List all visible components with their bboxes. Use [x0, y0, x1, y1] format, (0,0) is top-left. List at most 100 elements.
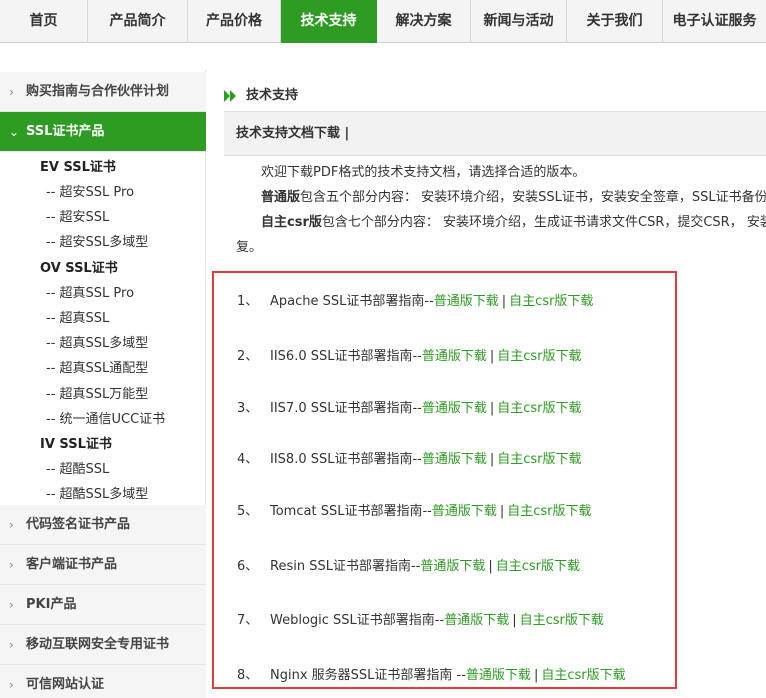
- intro-csr-label: 自主csr版: [261, 215, 322, 230]
- intro-standard: 普通版包含五个部分内容： 安装环境介绍，安装SSL证书，安装安全签章，SSL证书…: [261, 186, 766, 205]
- download-item-resin: 6、 Resin SSL证书部署指南--普通版下载 | 自主csr版下载: [237, 555, 580, 574]
- item-name: Nginx 服务器SSL证书部署指南 --: [270, 668, 466, 683]
- nav-about[interactable]: 关于我们: [567, 0, 663, 43]
- intro-text: 欢迎下载PDF格式的技术支持文档，请选择合适的版本。: [261, 165, 586, 180]
- chevron-down-icon: ⌄: [9, 125, 20, 139]
- sidebar-item-client-cert[interactable]: › 客户端证书产品: [0, 545, 206, 585]
- download-item-weblogic: 7、 Weblogic SSL证书部署指南--普通版下载 | 自主csr版下载: [237, 609, 604, 628]
- item-name: Weblogic SSL证书部署指南--: [270, 613, 445, 628]
- item-number: 8、: [237, 668, 259, 683]
- sidebar-link-ov-pro[interactable]: -- 超真SSL Pro: [46, 282, 134, 301]
- sidebar-link-iv-multi[interactable]: -- 超酷SSL多域型: [46, 483, 148, 502]
- double-arrow-icon: [224, 90, 238, 102]
- separator: |: [499, 504, 505, 519]
- intro-csr: 自主csr版包含七个部分内容： 安装环境介绍，生成证书请求文件CSR，提交CSR…: [261, 211, 766, 230]
- nav-products[interactable]: 产品简介: [88, 0, 188, 43]
- nav-pricing[interactable]: 产品价格: [188, 0, 281, 43]
- item-name: Tomcat SSL证书部署指南--: [270, 504, 432, 519]
- sidebar-item-partner[interactable]: › 购买指南与合作伙伴计划: [0, 72, 206, 112]
- sidebar-item-label: 购买指南与合作伙伴计划: [26, 84, 170, 99]
- sidebar-item-label: 移动互联网安全专用证书: [26, 637, 170, 652]
- csr-download-link[interactable]: 自主csr版下载: [497, 349, 581, 364]
- standard-download-link[interactable]: 普通版下载: [422, 452, 487, 467]
- sidebar-item-label: 客户端证书产品: [26, 557, 118, 572]
- download-item-nginx: 8、 Nginx 服务器SSL证书部署指南 --普通版下载 | 自主csr版下载: [237, 664, 626, 683]
- item-name: Apache SSL证书部署指南--: [270, 294, 434, 309]
- csr-download-link[interactable]: 自主csr版下载: [541, 668, 625, 683]
- item-name: IIS8.0 SSL证书部署指南--: [270, 452, 422, 467]
- sidebar-item-ssl[interactable]: ⌄ SSL证书产品: [0, 112, 206, 152]
- download-item-iis6: 2、 IIS6.0 SSL证书部署指南--普通版下载 | 自主csr版下载: [237, 345, 582, 364]
- standard-download-link[interactable]: 普通版下载: [434, 294, 499, 309]
- nav-home[interactable]: 首页: [0, 0, 88, 43]
- sidebar-item-label: 可信网站认证: [26, 677, 105, 692]
- sidebar-link-ucc[interactable]: -- 统一通信UCC证书: [46, 408, 165, 427]
- sidebar-link-ov-multi[interactable]: -- 超真SSL多域型: [46, 332, 148, 351]
- sidebar-item-pki[interactable]: › PKI产品: [0, 585, 206, 625]
- sidebar-item-label: PKI产品: [26, 597, 77, 612]
- intro-tail: 复。: [236, 240, 263, 255]
- sidebar-link-ov[interactable]: -- 超真SSL: [46, 307, 109, 326]
- sidebar-category-ev: EV SSL证书: [40, 160, 116, 175]
- nav-news[interactable]: 新闻与活动: [471, 0, 567, 43]
- standard-download-link[interactable]: 普通版下载: [422, 349, 487, 364]
- separator: |: [488, 559, 493, 574]
- sidebar-item-trusted-site[interactable]: › 可信网站认证: [0, 665, 206, 698]
- item-name: IIS6.0 SSL证书部署指南--: [270, 349, 422, 364]
- chevron-right-icon: ›: [9, 638, 14, 652]
- download-list: 1、 Apache SSL证书部署指南--普通版下载 | 自主csr版下载 2、 IIS…: [212, 271, 677, 689]
- sidebar-link-ev-pro[interactable]: -- 超安SSL Pro: [46, 181, 134, 200]
- sidebar-link-iv[interactable]: -- 超酷SSL: [46, 458, 109, 477]
- sidebar-item-label: SSL证书产品: [26, 124, 105, 139]
- csr-download-link[interactable]: 自主csr版下载: [507, 504, 591, 519]
- item-name: Resin SSL证书部署指南--: [270, 559, 421, 574]
- standard-download-link[interactable]: 普通版下载: [444, 613, 509, 628]
- download-item-iis8: 4、 IIS8.0 SSL证书部署指南--普通版下载 | 自主csr版下载: [237, 448, 582, 467]
- sidebar-link-ov-wildcard[interactable]: -- 超真SSL通配型: [46, 357, 148, 376]
- download-item-tomcat: 5、 Tomcat SSL证书部署指南--普通版下载 | 自主csr版下载: [237, 500, 592, 519]
- separator: |: [489, 349, 495, 364]
- separator: |: [501, 294, 507, 309]
- csr-download-link[interactable]: 自主csr版下载: [496, 559, 580, 574]
- item-number: 4、: [237, 452, 259, 467]
- main-content: 技术支持 技术支持文档下载 | 欢迎下载PDF格式的技术支持文档，请选择合适的版…: [206, 70, 766, 698]
- sidebar-item-code-signing[interactable]: › 代码签名证书产品: [0, 505, 206, 545]
- sidebar-link-ev-multi[interactable]: -- 超安SSL多域型: [46, 231, 148, 250]
- csr-download-link[interactable]: 自主csr版下载: [497, 401, 581, 416]
- download-item-apache: 1、 Apache SSL证书部署指南--普通版下载 | 自主csr版下载: [237, 290, 593, 309]
- sidebar-item-mobile[interactable]: › 移动互联网安全专用证书: [0, 625, 206, 665]
- csr-download-link[interactable]: 自主csr版下载: [520, 613, 604, 628]
- chevron-right-icon: ›: [9, 558, 14, 572]
- separator: |: [489, 401, 495, 416]
- item-number: 7、: [237, 613, 259, 628]
- chevron-right-icon: ›: [9, 518, 14, 532]
- nav-solutions[interactable]: 解决方案: [377, 0, 471, 43]
- chevron-right-icon: ›: [9, 598, 14, 612]
- standard-download-link[interactable]: 普通版下载: [466, 668, 531, 683]
- csr-download-link[interactable]: 自主csr版下载: [497, 452, 581, 467]
- sidebar-category-iv: IV SSL证书: [40, 437, 112, 452]
- nav-tech-support[interactable]: 技术支持: [281, 0, 377, 43]
- standard-download-link[interactable]: 普通版下载: [420, 559, 485, 574]
- top-nav: 首页 产品简介 产品价格 技术支持 解决方案 新闻与活动 关于我们 电子认证服务: [0, 0, 766, 43]
- standard-download-link[interactable]: 普通版下载: [432, 504, 497, 519]
- download-item-iis7: 3、 IIS7.0 SSL证书部署指南--普通版下载 | 自主csr版下载: [237, 397, 582, 416]
- intro-csr-desc: 包含七个部分内容： 安装环境介绍，生成证书请求文件CSR，提交CSR， 安装S: [321, 215, 766, 230]
- standard-download-link[interactable]: 普通版下载: [422, 401, 487, 416]
- nav-e-cert[interactable]: 电子认证服务: [663, 0, 766, 43]
- item-number: 5、: [237, 504, 259, 519]
- breadcrumb: 技术支持: [224, 86, 298, 106]
- sidebar-link-ov-universal[interactable]: -- 超真SSL万能型: [46, 383, 148, 402]
- intro-standard-label: 普通版: [261, 190, 301, 205]
- item-number: 6、: [237, 559, 259, 574]
- chevron-right-icon: ›: [9, 85, 14, 99]
- chevron-right-icon: ›: [9, 678, 14, 692]
- csr-download-link[interactable]: 自主csr版下载: [509, 294, 593, 309]
- sidebar: › 购买指南与合作伙伴计划 ⌄ SSL证书产品 EV SSL证书 -- 超安SS…: [0, 70, 206, 698]
- item-number: 3、: [237, 401, 259, 416]
- page-title: 技术支持文档下载 |: [236, 126, 350, 141]
- intro-standard-desc: 包含五个部分内容： 安装环境介绍，安装SSL证书，安装安全签章，SSL证书备份和: [300, 190, 766, 205]
- separator: |: [489, 452, 495, 467]
- breadcrumb-label: 技术支持: [246, 88, 299, 103]
- sidebar-link-ev[interactable]: -- 超安SSL: [46, 206, 109, 225]
